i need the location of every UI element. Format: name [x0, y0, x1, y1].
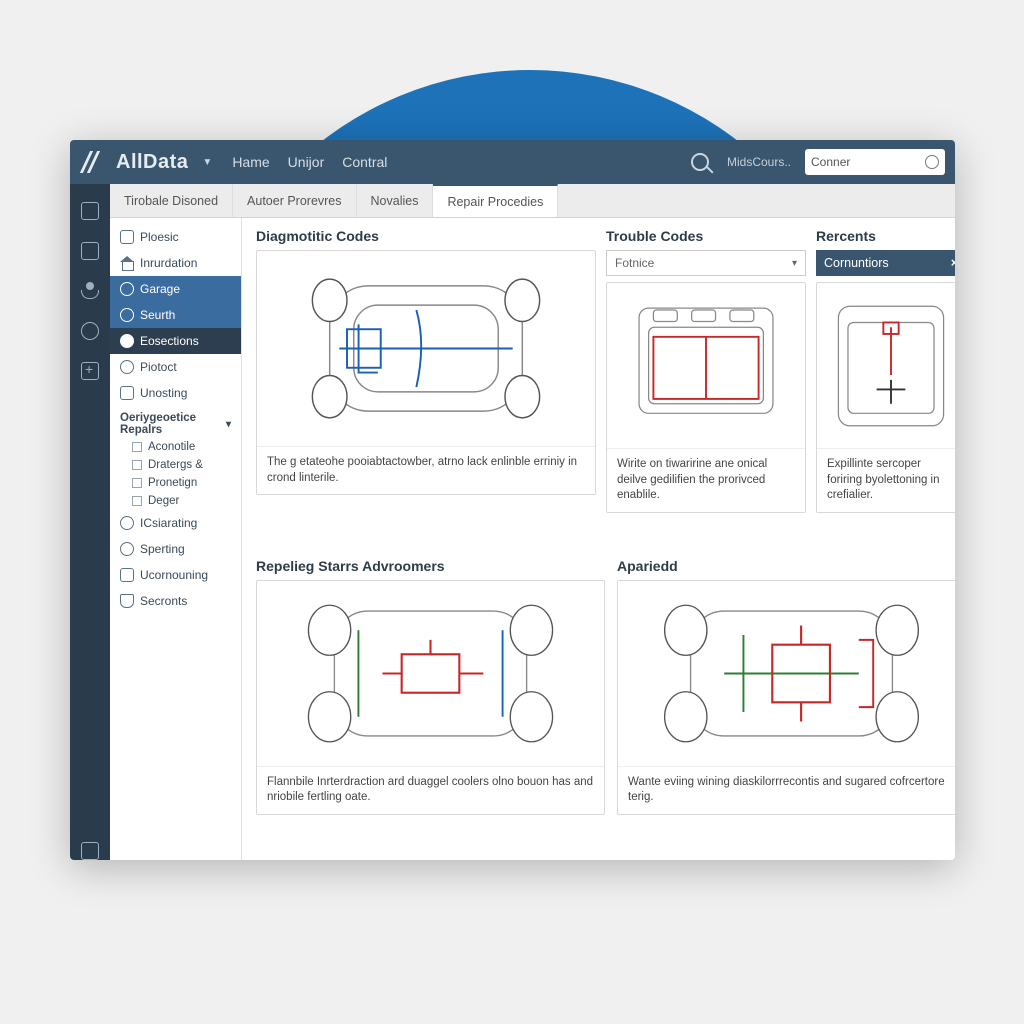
chevron-down-icon: ▾ — [226, 419, 231, 430]
search-placeholder: Conner — [811, 155, 850, 169]
side-item-ucornouning[interactable]: Ucornouning — [110, 562, 241, 588]
tab-repair-procedures[interactable]: Repair Procedies — [433, 184, 558, 217]
square-icon — [120, 230, 134, 244]
side-item-icsiarating[interactable]: ICsiarating — [110, 510, 241, 536]
checkbox-icon — [132, 460, 142, 470]
nav-home[interactable]: Hame — [232, 154, 269, 170]
section-title-apariedd: Apariedd — [617, 558, 955, 574]
side-item-secronts[interactable]: Secronts — [110, 588, 241, 614]
checkbox-icon — [132, 442, 142, 452]
card-repelieg[interactable]: Flannbile Inrterdraction ard duaggel coo… — [256, 580, 605, 815]
card-recents[interactable]: Expillinte sercoper foriring byolettonin… — [816, 282, 955, 513]
brand-name: AllData — [116, 151, 188, 174]
side-item-inrurdation[interactable]: Inrurdation — [110, 250, 241, 276]
diagram-underbody-front — [257, 581, 604, 766]
column-recents: Rercents Cornuntiors× Expillinte sercope… — [816, 228, 955, 548]
rail-bell-icon[interactable] — [81, 242, 99, 260]
search-input[interactable]: Conner — [805, 149, 945, 175]
nav-contral[interactable]: Contral — [342, 154, 387, 170]
brand-logo-icon — [80, 151, 102, 173]
side-item-garage[interactable]: Garage — [110, 276, 241, 302]
sub-tabs: Tirobale Disoned Autoer Prorevres Novali… — [110, 184, 955, 218]
caption-recents: Expillinte sercoper foriring byolettonin… — [817, 448, 955, 512]
left-rail — [70, 184, 110, 860]
panel-header-cornuntiors: Cornuntiors× — [816, 250, 955, 276]
rail-plus-icon[interactable] — [81, 362, 99, 380]
section-title-recents: Rercents — [816, 228, 955, 244]
side-check-dratergs[interactable]: Dratergs & — [110, 456, 241, 474]
tab-novalies[interactable]: Novalies — [357, 184, 434, 217]
column-apariedd: Apariedd Wante eviing wining diaskilorrr… — [617, 558, 955, 850]
device-icon — [120, 386, 134, 400]
chevron-down-icon: ▾ — [792, 258, 797, 269]
card-trouble[interactable]: Wirite on tiwaririne ane onical deilve g… — [606, 282, 806, 513]
rail-network-icon[interactable] — [81, 282, 99, 300]
nav-unijor[interactable]: Unijor — [288, 154, 325, 170]
card-apariedd[interactable]: Wante eviing wining diaskilorrrecontis a… — [617, 580, 955, 815]
card-diagnostic[interactable]: The g etateohe pooiabtactowber, atrno la… — [256, 250, 596, 495]
diagram-engine-bay — [607, 283, 805, 448]
mail-icon — [120, 568, 134, 582]
content-canvas: Diagmotitic Codes The g etateohe pooiabt… — [242, 218, 955, 860]
close-icon[interactable]: × — [951, 256, 955, 270]
checkbox-icon — [132, 496, 142, 506]
column-trouble: Trouble Codes Fotnice▾ Wirite on tiwarir… — [606, 228, 806, 548]
side-group-repairs[interactable]: Oeriygeoetice Repalrs▾ — [110, 406, 241, 438]
search-icon[interactable] — [691, 153, 709, 171]
chevron-down-icon[interactable]: ▼ — [202, 157, 212, 168]
globe-icon — [120, 516, 134, 530]
bottom-row: Repelieg Starrs Advroomers Flannbile Inr… — [256, 558, 955, 850]
caption-diagnostic: The g etateohe pooiabtactowber, atrno la… — [257, 446, 595, 494]
side-check-pronetign[interactable]: Pronetign — [110, 474, 241, 492]
app-window: AllData ▼ Hame Unijor Contral MidsCours.… — [70, 140, 955, 860]
badge-icon — [120, 334, 134, 348]
side-panel: Ploesic Inrurdation Garage Seurth Eosect… — [110, 218, 242, 860]
caption-repelieg: Flannbile Inrterdraction ard duaggel coo… — [257, 766, 604, 814]
section-title-repelieg: Repelieg Starrs Advroomers — [256, 558, 605, 574]
magnify-icon — [120, 360, 134, 374]
diagram-underbody-wiring — [618, 581, 955, 766]
mic-icon[interactable] — [925, 155, 939, 169]
dropdown-fotnice[interactable]: Fotnice▾ — [606, 250, 806, 276]
rail-box-icon[interactable] — [81, 842, 99, 860]
tab-author-procedures[interactable]: Autoer Prorevres — [233, 184, 356, 217]
side-item-sperting[interactable]: Sperting — [110, 536, 241, 562]
column-repelieg: Repelieg Starrs Advroomers Flannbile Inr… — [256, 558, 605, 850]
column-diagnostic: Diagmotitic Codes The g etateohe pooiabt… — [256, 228, 596, 548]
side-item-search[interactable]: Seurth — [110, 302, 241, 328]
home-icon — [120, 256, 134, 270]
side-check-aconotile[interactable]: Aconotile — [110, 438, 241, 456]
diagram-chassis-top — [257, 251, 595, 446]
diagram-van-rear — [817, 283, 955, 448]
clock-icon — [120, 282, 134, 296]
search-hint: MidsCours.. — [727, 155, 791, 169]
caption-apariedd: Wante eviing wining diaskilorrrecontis a… — [618, 766, 955, 814]
side-item-piotoct[interactable]: Piotoct — [110, 354, 241, 380]
side-item-unosting[interactable]: Unosting — [110, 380, 241, 406]
shield-icon — [120, 594, 134, 608]
caption-trouble: Wirite on tiwaririne ane onical deilve g… — [607, 448, 805, 512]
side-item-ploesic[interactable]: Ploesic — [110, 224, 241, 250]
top-toolbar: AllData ▼ Hame Unijor Contral MidsCours.… — [70, 140, 955, 184]
side-item-eosections[interactable]: Eosections — [110, 328, 241, 354]
target-icon — [120, 308, 134, 322]
rail-card-icon[interactable] — [81, 202, 99, 220]
side-check-deger[interactable]: Deger — [110, 492, 241, 510]
section-title-diagnostic: Diagmotitic Codes — [256, 228, 596, 244]
top-nav: Hame Unijor Contral — [232, 154, 387, 170]
checkbox-icon — [132, 478, 142, 488]
section-title-trouble: Trouble Codes — [606, 228, 806, 244]
rail-gear-icon[interactable] — [81, 322, 99, 340]
gear-icon — [120, 542, 134, 556]
tab-trouble-disoned[interactable]: Tirobale Disoned — [110, 184, 233, 217]
